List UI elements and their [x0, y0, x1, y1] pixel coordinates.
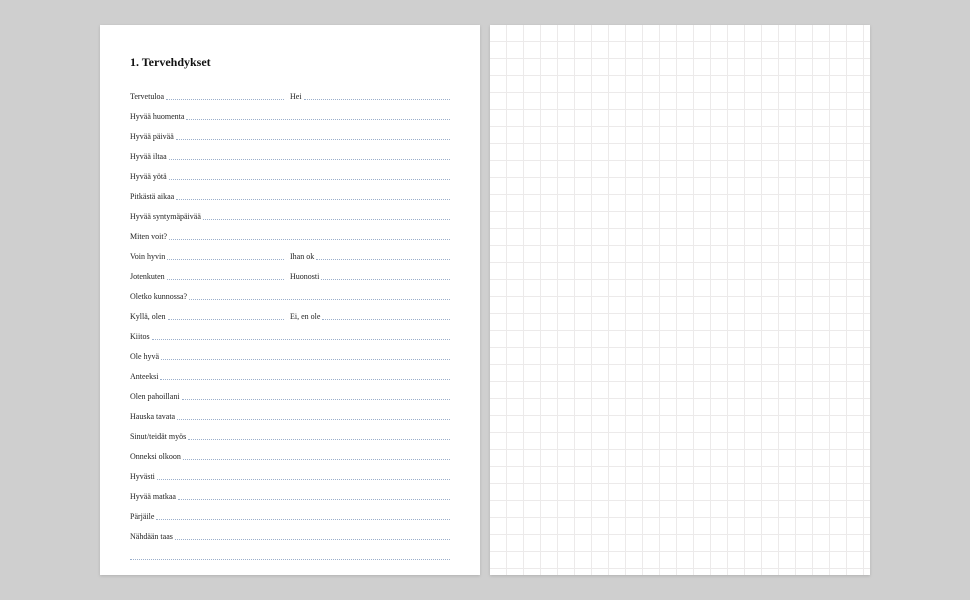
vocab-cell: Hyvää iltaa	[130, 152, 450, 162]
vocabulary-row: Hyvästi	[130, 462, 450, 482]
vocabulary-row: Miten voit?	[130, 222, 450, 242]
vocab-cell: Anteeksi	[130, 372, 450, 382]
vocab-term: Jotenkuten	[130, 272, 167, 282]
vocab-term: Onneksi olkoon	[130, 452, 183, 462]
section-heading: 1. Tervehdykset	[130, 55, 450, 70]
vocab-term: Kiitos	[130, 332, 152, 342]
vocabulary-row: Pärjäile	[130, 502, 450, 522]
vocab-term: Pitkästä aikaa	[130, 192, 176, 202]
vocab-term: Sinut/teidät myös	[130, 432, 188, 442]
vocab-cell: Onneksi olkoon	[130, 452, 450, 462]
vocabulary-list: Tervetuloa Hei Hyvää huomenta Hyvää päivää H…	[130, 82, 450, 542]
vocabulary-row: Sinut/teidät myös	[130, 422, 450, 442]
vocab-term: Ihan ok	[290, 252, 316, 262]
vocabulary-row: Hyvää matkaa	[130, 482, 450, 502]
vocabulary-row: Voin hyvin Ihan ok	[130, 242, 450, 262]
vocab-term: Hyvää syntymäpäivää	[130, 212, 203, 222]
vocabulary-row: Onneksi olkoon	[130, 442, 450, 462]
left-page: 1. Tervehdykset Tervetuloa Hei Hyvää huome…	[100, 25, 480, 575]
vocab-cell: Hyvää syntymäpäivää	[130, 212, 450, 222]
vocab-cell-right: Ihan ok	[290, 252, 450, 262]
vocab-cell: Hyvää huomenta	[130, 112, 450, 122]
vocab-cell-right: Huonosti	[290, 272, 450, 282]
vocab-cell: Ole hyvä	[130, 352, 450, 362]
vocabulary-row: Kyllä, olen Ei, en ole	[130, 302, 450, 322]
vocabulary-row: Hyvää yötä	[130, 162, 450, 182]
vocabulary-row: Olen pahoillani	[130, 382, 450, 402]
vocab-cell-right: Hei	[290, 92, 450, 102]
vocab-term: Ole hyvä	[130, 352, 161, 362]
vocabulary-row: Hyvää syntymäpäivää	[130, 202, 450, 222]
vocab-cell: Hyvää matkaa	[130, 492, 450, 502]
vocabulary-row: Hyvää huomenta	[130, 102, 450, 122]
vocab-term: Hyvää huomenta	[130, 112, 186, 122]
vocabulary-row: Anteeksi	[130, 362, 450, 382]
vocab-term: Hauska tavata	[130, 412, 177, 422]
vocab-term: Hyvää päivää	[130, 132, 176, 142]
vocab-term: Miten voit?	[130, 232, 169, 242]
vocab-cell-left: Voin hyvin	[130, 252, 290, 262]
vocab-cell: Hauska tavata	[130, 412, 450, 422]
vocabulary-row: Kiitos	[130, 322, 450, 342]
vocab-term: Olen pahoillani	[130, 392, 182, 402]
vocab-cell: Hyvästi	[130, 472, 450, 482]
vocab-term: Oletko kunnossa?	[130, 292, 189, 302]
right-page-grid	[490, 25, 870, 575]
vocab-cell: Kiitos	[130, 332, 450, 342]
vocab-term: Ei, en ole	[290, 312, 322, 322]
vocab-cell-right: Ei, en ole	[290, 312, 450, 322]
vocabulary-row: Nähdään taas	[130, 522, 450, 542]
vocab-term: Pärjäile	[130, 512, 156, 522]
vocab-cell-left: Tervetuloa	[130, 92, 290, 102]
vocab-term: Voin hyvin	[130, 252, 167, 262]
vocabulary-row: Pitkästä aikaa	[130, 182, 450, 202]
vocab-term: Hei	[290, 92, 304, 102]
vocabulary-row: Ole hyvä	[130, 342, 450, 362]
blank-line	[130, 542, 450, 562]
vocab-cell: Olen pahoillani	[130, 392, 450, 402]
vocab-cell: Oletko kunnossa?	[130, 292, 450, 302]
vocab-cell: Hyvää päivää	[130, 132, 450, 142]
vocab-cell-left: Jotenkuten	[130, 272, 290, 282]
vocab-cell: Pärjäile	[130, 512, 450, 522]
vocab-term: Tervetuloa	[130, 92, 166, 102]
vocab-term: Huonosti	[290, 272, 321, 282]
vocabulary-row: Hyvää päivää	[130, 122, 450, 142]
vocabulary-row: Jotenkuten Huonosti	[130, 262, 450, 282]
vocabulary-row: Tervetuloa Hei	[130, 82, 450, 102]
vocab-term: Hyvää iltaa	[130, 152, 169, 162]
page-spread: 1. Tervehdykset Tervetuloa Hei Hyvää huome…	[100, 25, 870, 575]
vocab-cell: Nähdään taas	[130, 532, 450, 542]
vocabulary-row: Hauska tavata	[130, 402, 450, 422]
vocab-term: Hyvästi	[130, 472, 157, 482]
vocab-term: Anteeksi	[130, 372, 160, 382]
vocab-term: Kyllä, olen	[130, 312, 168, 322]
vocab-cell-left: Kyllä, olen	[130, 312, 290, 322]
vocab-term: Hyvää matkaa	[130, 492, 178, 502]
vocab-term: Hyvää yötä	[130, 172, 169, 182]
vocabulary-row: Oletko kunnossa?	[130, 282, 450, 302]
vocabulary-row: Hyvää iltaa	[130, 142, 450, 162]
vocab-cell: Miten voit?	[130, 232, 450, 242]
vocab-term: Nähdään taas	[130, 532, 175, 542]
vocab-cell: Hyvää yötä	[130, 172, 450, 182]
vocab-cell: Sinut/teidät myös	[130, 432, 450, 442]
vocab-cell: Pitkästä aikaa	[130, 192, 450, 202]
